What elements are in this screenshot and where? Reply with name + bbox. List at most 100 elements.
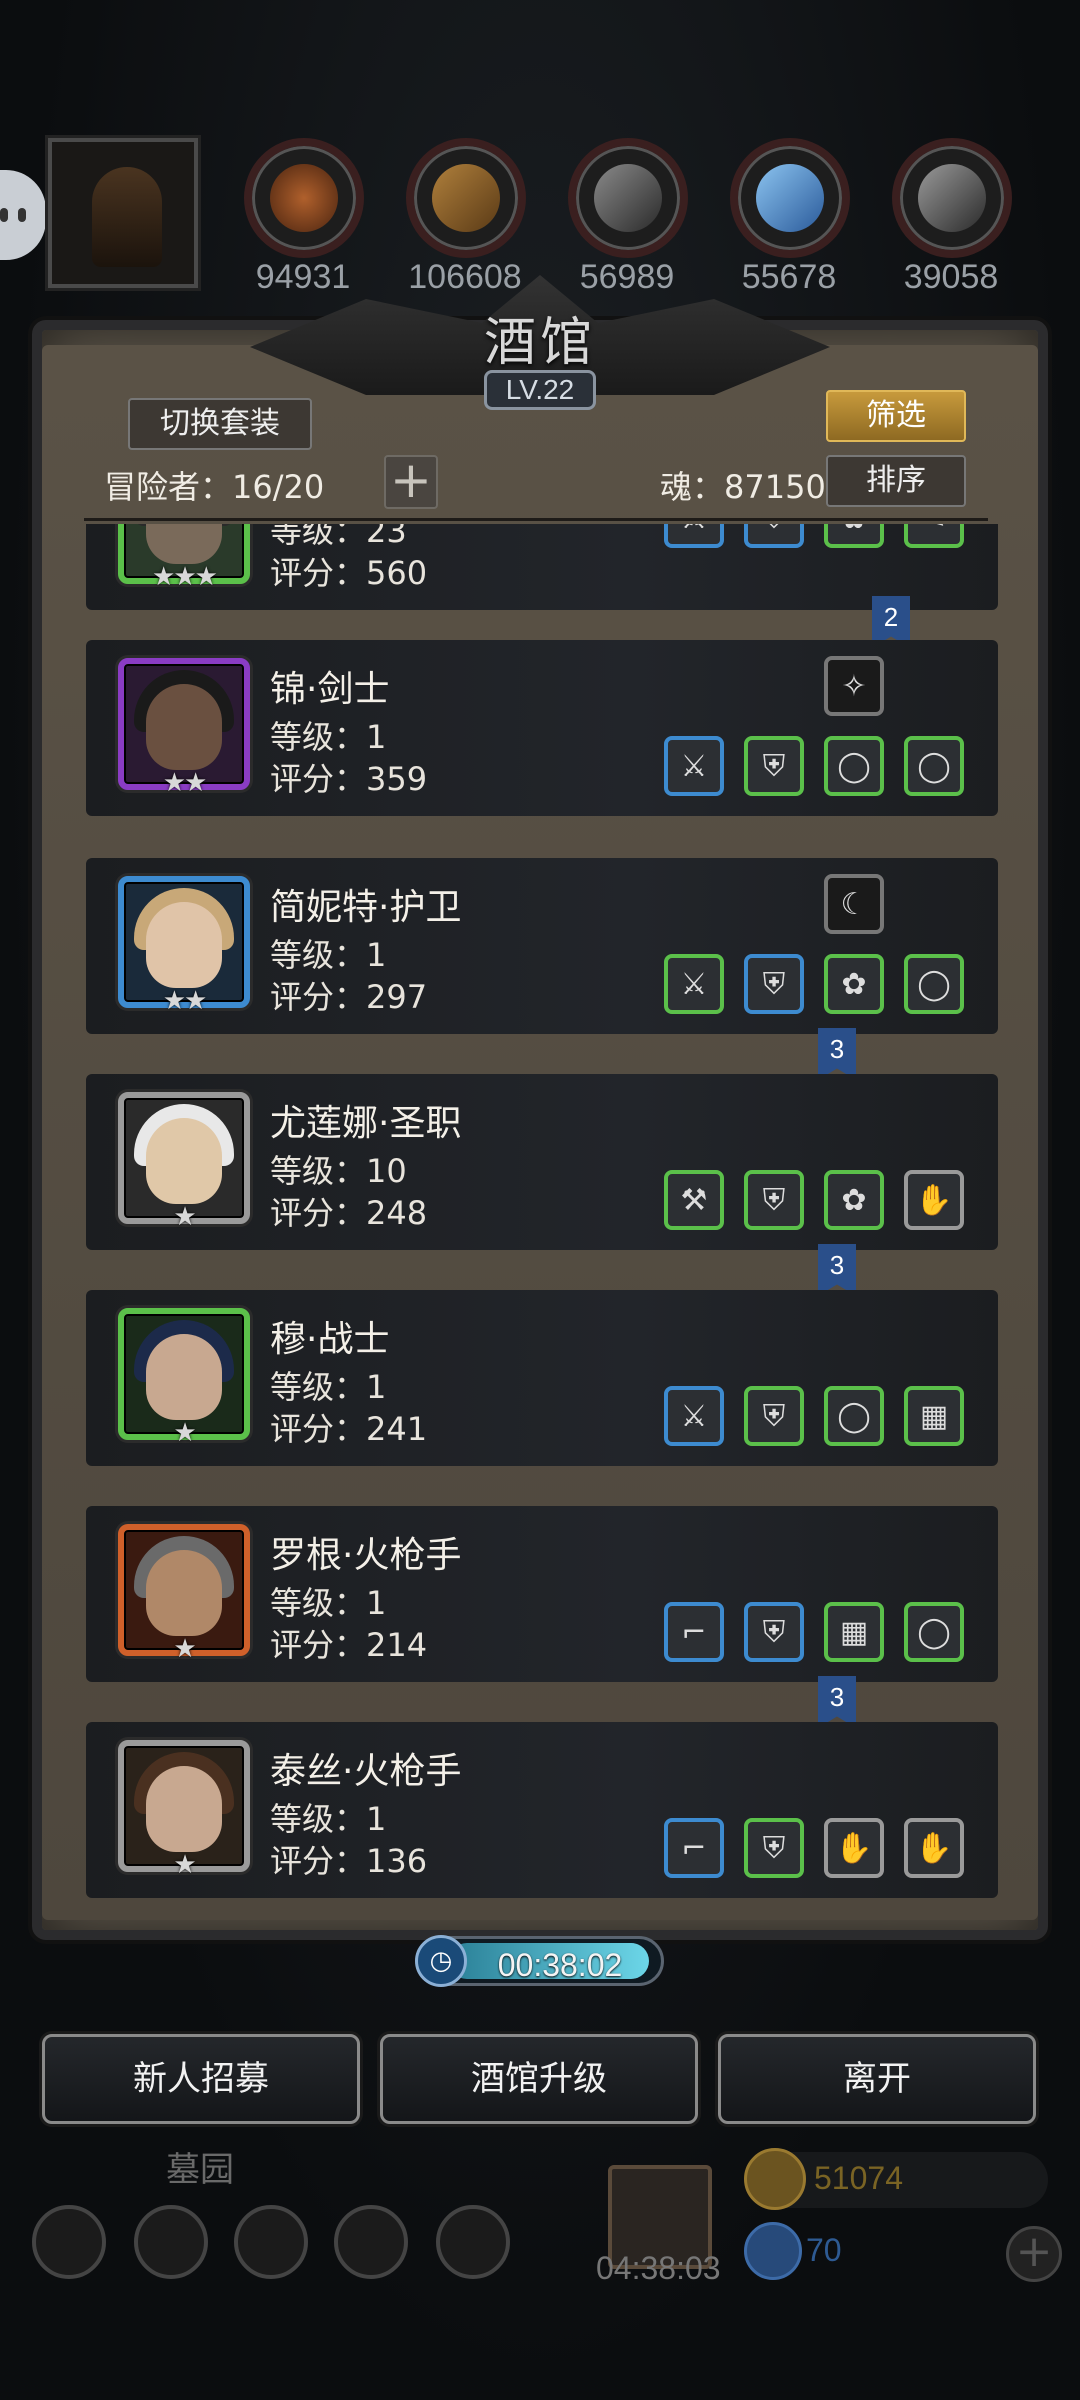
weapon-slot-icon[interactable]: ⚔	[664, 524, 724, 548]
gloves-slot-icon[interactable]: ✋	[904, 1170, 964, 1230]
settings-icon[interactable]	[32, 2205, 106, 2279]
hero-level: 等级：1	[270, 936, 387, 974]
hero-stars: ★★★	[152, 562, 218, 592]
hero-name: 泰丝·火枪手	[270, 1751, 462, 1792]
sort-button[interactable]: 排序	[826, 455, 966, 507]
armor-slot-icon[interactable]: ⛨	[744, 736, 804, 796]
hero-row[interactable]: ★ 罗根·火枪手 等级：1 评分：214 ⌐ ⛨ ▦ ◯	[86, 1506, 998, 1682]
wood-value: 106608	[408, 258, 522, 296]
gift-timer: 04:38:03	[596, 2250, 721, 2286]
armor-slot-icon[interactable]: ⛨	[744, 1170, 804, 1230]
gun-slot-icon[interactable]: ⌐	[664, 1602, 724, 1662]
hero-level: 等级：1	[270, 1368, 387, 1406]
armor-slot-icon[interactable]: ⛨	[744, 1386, 804, 1446]
stone-resource-icon[interactable]	[568, 138, 688, 258]
hero-row[interactable]: ★ 穆·战士 等级：1 评分：241 ⚔ ⛨ ◯ ▦	[86, 1290, 998, 1466]
armor-slot-icon[interactable]: ⛨	[744, 1602, 804, 1662]
ring-slot-icon[interactable]: ◯	[904, 1602, 964, 1662]
crystal-value: 55678	[741, 258, 837, 296]
tavern-title: 酒馆	[483, 313, 596, 373]
accessory-slot-icon[interactable]: ✿	[824, 524, 884, 548]
meat-resource-icon[interactable]	[244, 138, 364, 258]
gem-value: 70	[806, 2232, 842, 2268]
rank-flag: 3	[818, 1028, 856, 1080]
hero-score: 评分：248	[270, 1194, 428, 1232]
hero-row[interactable]: ★★ 锦·剑士 等级：1 评分：359 ✧ ⚔ ⛨ ◯ ◯	[86, 640, 998, 816]
ring-slot-icon[interactable]: ◯	[904, 736, 964, 796]
item-slot-icon[interactable]: ✎	[904, 524, 964, 548]
gun-slot-icon[interactable]: ⌐	[664, 1818, 724, 1878]
chest-slot-icon[interactable]: ▦	[904, 1386, 964, 1446]
graveyard-label: 墓园	[166, 2150, 234, 2190]
ring-slot-icon[interactable]: ◯	[904, 954, 964, 1014]
hero-icon[interactable]	[234, 2205, 308, 2279]
hero-stars: ★	[173, 1418, 196, 1448]
skill-slot-icon[interactable]: ☾	[824, 874, 884, 934]
hero-stars: ★	[173, 1634, 196, 1664]
header-divider	[84, 518, 988, 521]
ring-slot-icon[interactable]: ◯	[824, 736, 884, 796]
hero-row[interactable]: ★★ 简妮特·护卫 等级：1 评分：297 ☾ ⚔ ⛨ ✿ ◯	[86, 858, 998, 1034]
mail-icon[interactable]	[334, 2205, 408, 2279]
star-icon[interactable]	[134, 2205, 208, 2279]
hero-name: 罗根·火枪手	[270, 1535, 462, 1576]
add-adventurer-button[interactable]: +	[384, 455, 438, 509]
hero-level: 等级：10	[270, 1152, 407, 1190]
rank-flag: 3	[818, 1244, 856, 1296]
gold-coin-icon	[744, 2148, 806, 2210]
armor-slot-icon[interactable]: ⛨	[744, 524, 804, 548]
hero-stars: ★★	[162, 986, 208, 1016]
wood-resource-icon[interactable]	[406, 138, 526, 258]
timer-value: 00:38:02	[497, 1947, 623, 1983]
clock-icon: ◷	[415, 1935, 467, 1987]
crystal-resource-icon[interactable]	[730, 138, 850, 258]
hero-level: 等级：1	[270, 718, 387, 756]
hero-name: 穆·战士	[270, 1319, 390, 1360]
gloves-slot-icon[interactable]: ✋	[824, 1818, 884, 1878]
tavern-refresh-timer: ◷ 00:38:02	[415, 1935, 664, 1987]
gloves-slot-icon[interactable]: ✋	[904, 1818, 964, 1878]
weapon-slot-icon[interactable]: ⚔	[664, 954, 724, 1014]
hero-score: 评分：136	[270, 1842, 428, 1880]
hero-row[interactable]: ★ 泰丝·火枪手 等级：1 评分：136 ⌐ ⛨ ✋ ✋	[86, 1722, 998, 1898]
skill-slot-icon[interactable]: ✧	[824, 656, 884, 716]
armor-slot-icon[interactable]: ⛨	[744, 954, 804, 1014]
meat-value: 94931	[255, 258, 351, 296]
weapon-slot-icon[interactable]: ⚔	[664, 1386, 724, 1446]
accessory-slot-icon[interactable]: ✿	[824, 954, 884, 1014]
hero-name: 简妮特·护卫	[270, 887, 462, 928]
hero-stars: ★	[173, 1850, 196, 1880]
filter-button[interactable]: 筛选	[826, 390, 966, 442]
ring-slot-icon[interactable]: ◯	[824, 1386, 884, 1446]
hero-score: 评分：560	[270, 554, 428, 592]
player-portrait[interactable]	[48, 138, 198, 288]
hero-name: 尤莲娜·圣职	[270, 1103, 462, 1144]
hero-score: 评分：214	[270, 1626, 428, 1664]
gem-icon	[744, 2222, 802, 2280]
hero-row[interactable]: ★ 尤莲娜·圣职 等级：10 评分：248 ⚒ ⛨ ✿ ✋	[86, 1074, 998, 1250]
accessory-slot-icon[interactable]: ✿	[824, 1170, 884, 1230]
leave-button[interactable]: 离开	[718, 2034, 1036, 2124]
hero-stars: ★	[173, 1202, 196, 1232]
hero-list[interactable]: ★★★ 等级：23 评分：560 ⚔ ⛨ ✿ ✎ 2 ★★ 锦·剑士 等级：1 …	[86, 524, 998, 1914]
switch-outfit-button[interactable]: 切换套装	[128, 398, 312, 450]
hero-row[interactable]: ★★★ 等级：23 评分：560 ⚔ ⛨ ✿ ✎	[86, 524, 998, 610]
hero-name: 锦·剑士	[270, 669, 390, 710]
hammer-slot-icon[interactable]: ⚒	[664, 1170, 724, 1230]
adventurer-count: 冒险者：16/20	[104, 468, 325, 506]
add-gems-button[interactable]: +	[1006, 2226, 1062, 2282]
iron-value: 39058	[903, 258, 999, 296]
guild-icon[interactable]	[436, 2205, 510, 2279]
hero-level: 等级：1	[270, 1584, 387, 1622]
soul-count: 魂：87150	[660, 468, 826, 506]
iron-resource-icon[interactable]	[892, 138, 1012, 258]
weapon-slot-icon[interactable]: ⚔	[664, 736, 724, 796]
hero-score: 评分：297	[270, 978, 428, 1016]
hero-score: 评分：359	[270, 760, 428, 798]
gold-value: 51074	[814, 2160, 903, 2196]
hero-stars: ★★	[162, 768, 208, 798]
chest-slot-icon[interactable]: ▦	[824, 1602, 884, 1662]
armor-slot-icon[interactable]: ⛨	[744, 1818, 804, 1878]
tavern-upgrade-button[interactable]: 酒馆升级	[380, 2034, 698, 2124]
recruit-button[interactable]: 新人招募	[42, 2034, 360, 2124]
